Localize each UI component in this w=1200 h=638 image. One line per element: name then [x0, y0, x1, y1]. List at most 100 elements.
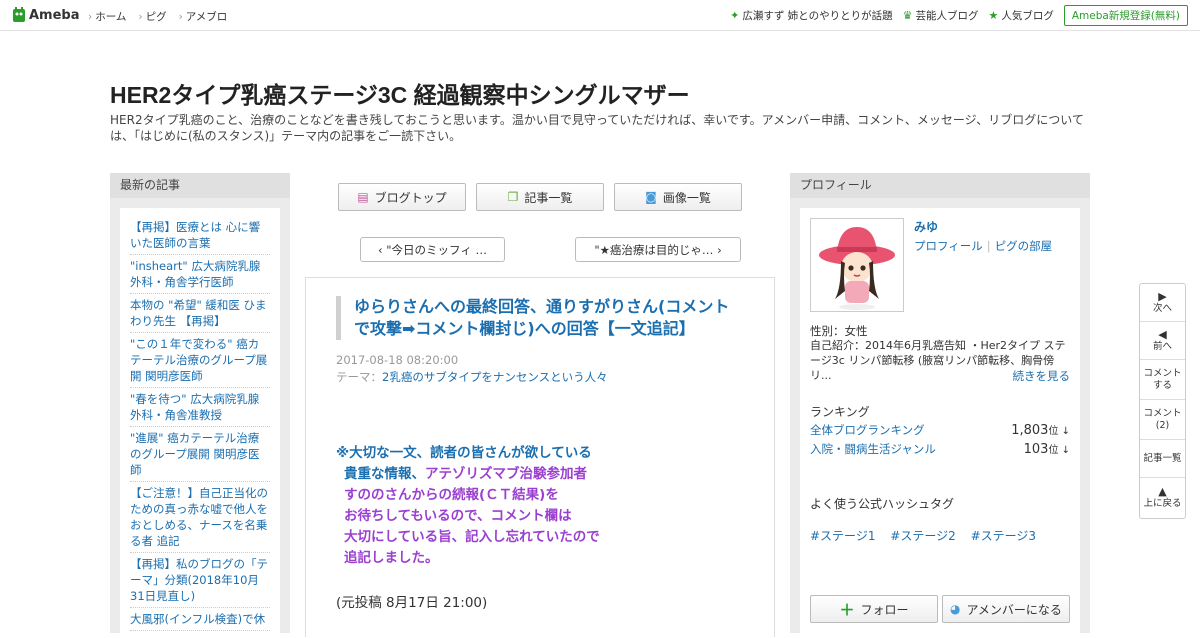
star-icon: ★ [988, 9, 999, 22]
side-comments-label-2: (2) [1155, 419, 1170, 431]
follow-label: フォロー [860, 602, 909, 617]
ameba-logo-icon [13, 7, 25, 22]
body-line: 大切にしている旨、記入し忘れていたので [344, 529, 600, 545]
play-right-icon: ▶ [1158, 289, 1167, 303]
body-line: すののさんからの続報(ＣＴ結果)を [344, 487, 559, 503]
list-item[interactable]: "進展" 癌カテーテル治療のグループ展開 関明彦医師 [130, 427, 270, 482]
ranking-row: 入院・闘病生活ジャンル 103位 ↓ [810, 441, 1070, 457]
link-separator: | [986, 239, 991, 253]
side-back-to-top-button[interactable]: ▲ 上に戻る [1140, 478, 1185, 518]
article-list-label: 記事一覧 [524, 190, 573, 205]
prev-article-button[interactable]: ‹ "今日のミッフィ … [360, 237, 505, 262]
recent-articles-list: 【再掲】医療とは 心に響いた医師の言葉 "insheart" 広大病院乳腺外科・… [120, 208, 280, 638]
body-line: 貴重な情報、アテゾリズマブ治験参加者 [336, 464, 600, 485]
side-comment-label-2: する [1152, 379, 1172, 391]
ranking-unit: 位 ↓ [1048, 445, 1070, 456]
profile-gender: 性別：女性 [810, 324, 868, 338]
hashtag-link[interactable]: #ステージ2 [890, 529, 955, 543]
side-prev-button[interactable]: ◀ 前へ [1140, 322, 1185, 360]
amember-button[interactable]: ◕ アメンバーになる [942, 595, 1070, 623]
blog-description: HER2タイプ乳癌のこと、治療のことなどを書き残しておこうと思います。温かい目で… [110, 113, 1084, 143]
body-line: 追記しました。 [344, 550, 439, 566]
ranking-value: 1,803位 ↓ [1011, 422, 1070, 438]
profile-name[interactable]: みゆ [914, 218, 938, 235]
nav-home[interactable]: ホーム [88, 9, 126, 24]
trending-link[interactable]: ✦ 広瀬すず 姉とのやりとりが話題 [730, 8, 892, 23]
plus-icon: ＋ [839, 600, 855, 619]
side-comments-count-button[interactable]: コメント (2) [1140, 400, 1185, 440]
body-text: アテゾリズマブ治験参加者 [425, 466, 587, 482]
next-article-button[interactable]: "★癌治療は目的じゃ… › [575, 237, 741, 262]
trending-label: 広瀬すず 姉とのやりとりが話題 [742, 10, 893, 22]
article-theme: テーマ：2乳癌のサブタイプをナンセンスという人々 [336, 369, 608, 385]
image-list-button[interactable]: ◙ 画像一覧 [614, 183, 742, 211]
amember-label: アメンバーになる [966, 602, 1062, 617]
body-text: 貴重な情報、 [344, 466, 425, 482]
theme-link[interactable]: 2乳癌のサブタイプをナンセンスという人々 [382, 370, 608, 384]
follow-button[interactable]: ＋ フォロー [810, 595, 938, 623]
side-article-list-label: 記事一覧 [1143, 452, 1182, 464]
original-post-note: (元投稿 8月17日 21:00) [336, 595, 488, 611]
top-bar: Ameba ホーム ピグ アメブロ ✦ 広瀬すず 姉とのやりとりが話題 ♛ 芸能… [0, 0, 1200, 31]
pig-room-link[interactable]: ピグの部屋 [995, 239, 1053, 253]
list-item[interactable]: "春を待つ" 広大病院乳腺外科・角舎准教授 [130, 388, 270, 427]
list-item[interactable]: "この１年で変わる" 癌カテーテル治療のグループ展開 関明彦医師 [130, 333, 270, 388]
top-right-links: ✦ 広瀬すず 姉とのやりとりが話題 ♛ 芸能人ブログ ★ 人気ブログ Ameba… [730, 5, 1188, 26]
profile-link[interactable]: プロフィール [914, 239, 983, 253]
hashtag-link[interactable]: #ステージ3 [971, 529, 1036, 543]
article-list-button[interactable]: ❐ 記事一覧 [476, 183, 604, 211]
hashtag-heading: よく使う公式ハッシュタグ [810, 497, 955, 511]
ranking-number: 1,803 [1011, 423, 1049, 438]
side-comment-label-1: コメント [1143, 367, 1182, 379]
ranking-row: 全体ブログランキング 1,803位 ↓ [810, 422, 1070, 438]
list-item[interactable]: 本物の "希望" 緩和医 ひまわり先生 【再掲】 [130, 294, 270, 333]
side-prev-label: 前へ [1152, 340, 1172, 352]
side-comment-button[interactable]: コメント する [1140, 360, 1185, 400]
blog-nav-buttons: ▤ ブログトップ ❐ 記事一覧 ◙ 画像一覧 [338, 183, 752, 211]
profile-links: プロフィール | ピグの部屋 [914, 238, 1052, 254]
blog-top-button[interactable]: ▤ ブログトップ [338, 183, 466, 211]
register-button[interactable]: Ameba新規登録(無料) [1063, 5, 1188, 26]
ranking-label[interactable]: 入院・闘病生活ジャンル [810, 441, 936, 457]
avatar[interactable] [810, 218, 904, 312]
side-next-button[interactable]: ▶ 次へ [1140, 284, 1185, 322]
list-item[interactable]: 大風邪(インフル検査)で休 [130, 608, 270, 631]
profile-heading: プロフィール [790, 173, 1090, 198]
article-title[interactable]: ゆらりさんへの最終回答、通りすがりさん(コメントで攻撃➡コメント欄封じ)への回答… [336, 296, 736, 340]
triangle-up-icon: ▲ [1158, 485, 1167, 498]
profile-panel: プロフィール みゆ プロフィール | ピグの部屋 性別：女性 自己紹介：2014… [790, 173, 1090, 633]
side-top-label: 上に戻る [1143, 498, 1182, 509]
hashtag-list: #ステージ1 #ステージ2 #ステージ3 [810, 527, 1047, 544]
ranking-value: 103位 ↓ [1024, 441, 1070, 457]
side-comments-label-1: コメント [1143, 407, 1182, 419]
popular-blog-link[interactable]: ★ 人気ブログ [988, 8, 1053, 23]
ameba-logo[interactable]: Ameba [12, 7, 80, 23]
ranking-number: 103 [1023, 442, 1049, 457]
hashtag-link[interactable]: #ステージ1 [810, 529, 875, 543]
recent-articles-heading: 最新の記事 [110, 173, 290, 198]
article-date: 2017-08-18 08:20:00 [336, 353, 459, 367]
theme-label: テーマ： [336, 370, 382, 384]
list-item[interactable]: 【ご注意！】自己正当化のための真っ赤な嘘で他人をおとしめる、ナースを名乗る者 追… [130, 482, 270, 553]
copy-icon: ❐ [507, 190, 519, 204]
side-article-list-button[interactable]: 記事一覧 [1140, 440, 1185, 478]
read-more-link[interactable]: 続きを見る [1013, 368, 1071, 384]
avatar-illustration [811, 219, 903, 311]
sparkle-icon: ✦ [730, 9, 740, 22]
ranking-unit: 位 ↓ [1048, 426, 1070, 437]
list-item[interactable]: 【再掲】私のブログの「テーマ」分類(2018年10月31日見直し) [130, 553, 270, 608]
list-item[interactable]: 【再掲】医療とは 心に響いた医師の言葉 [130, 216, 270, 255]
blog-title[interactable]: HER2タイプ乳癌ステージ3C 経過観察中シングルマザー [110, 76, 690, 110]
nav-ameblo[interactable]: アメブロ [179, 9, 227, 24]
amember-icon: ◕ [950, 602, 961, 616]
celebrity-blog-link[interactable]: ♛ 芸能人ブログ [903, 8, 979, 23]
list-item[interactable]: "insheart" 広大病院乳腺外科・角舎学行医師 [130, 255, 270, 294]
ranking-label[interactable]: 全体ブログランキング [810, 422, 925, 438]
side-next-label: 次へ [1152, 302, 1172, 314]
ranking-heading: ランキング [810, 405, 870, 419]
list-icon: ▤ [357, 190, 369, 204]
nav-pig[interactable]: ピグ [138, 9, 167, 24]
recent-articles-panel: 最新の記事 【再掲】医療とは 心に響いた医師の言葉 "insheart" 広大病… [110, 173, 290, 638]
play-left-icon: ◀ [1158, 327, 1167, 341]
popular-blog-label: 人気ブログ [1001, 10, 1054, 22]
